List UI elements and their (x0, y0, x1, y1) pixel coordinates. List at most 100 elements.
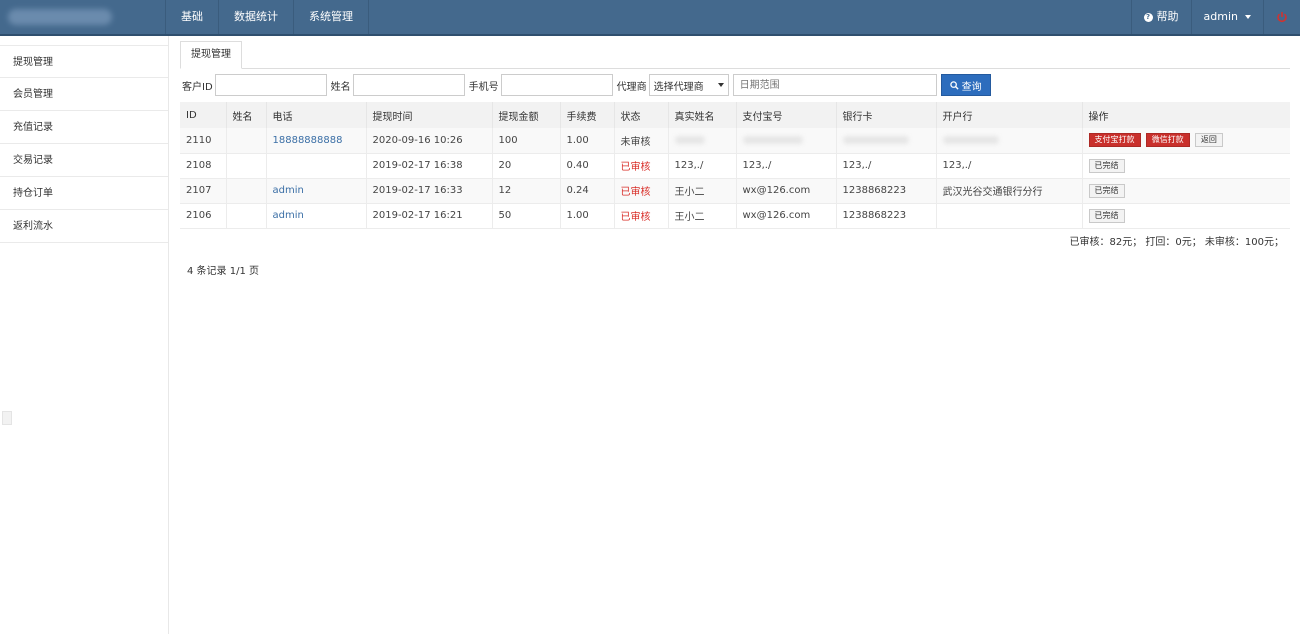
sidebar-item-withdraw[interactable]: 提现管理 (0, 45, 168, 78)
customer-id-input[interactable] (214, 74, 327, 96)
cell-bank-card-redacted (835, 128, 936, 154)
table-row: 2110 18888888888 2020-09-16 10:26 100 1.… (180, 128, 1290, 154)
cell-id: 2107 (180, 178, 226, 204)
cell-bank: 123,./ (935, 153, 1082, 179)
top-right: ? 帮助 admin (1130, 0, 1300, 34)
col-amount: 提现金额 (491, 102, 560, 128)
cell-name (225, 128, 266, 154)
name-input[interactable] (352, 74, 465, 96)
sidebar-item-members[interactable]: 会员管理 (0, 78, 168, 111)
cell-actions: 支付宝打款 微信打款 返回 (1081, 128, 1290, 154)
search-icon (949, 80, 959, 90)
completed-button[interactable]: 已完结 (1088, 158, 1125, 173)
table-row: 2106 admin 2019-02-17 16:21 50 1.00 已审核 … (180, 203, 1290, 229)
logo-image (8, 9, 112, 25)
agent-select-value: 选择代理商 (653, 81, 704, 93)
top-nav: 基础 数据统计 系统管理 (165, 0, 369, 34)
cell-name (225, 203, 266, 229)
cell-alipay-redacted (735, 128, 836, 154)
cell-real-name: 123,./ (667, 153, 736, 179)
user-name: admin (1203, 10, 1238, 23)
cell-phone[interactable]: admin (265, 178, 366, 204)
col-name: 姓名 (225, 102, 266, 128)
tab-withdraw[interactable]: 提现管理 (180, 41, 242, 69)
user-menu[interactable]: admin (1190, 0, 1263, 34)
cell-bank-card: 1238868223 (835, 178, 936, 204)
phone-label: 手机号 (468, 81, 499, 93)
agent-select[interactable]: 选择代理商 (648, 74, 729, 96)
pagination-info: 4 条记录 1/1 页 (187, 266, 259, 277)
return-button[interactable]: 返回 (1194, 133, 1223, 148)
cell-alipay: 123,./ (735, 153, 836, 179)
cell-status: 未审核 (613, 128, 668, 154)
completed-button[interactable]: 已完结 (1088, 183, 1125, 198)
tab-bar: 提现管理 (180, 41, 1290, 69)
phone-input[interactable] (500, 74, 613, 96)
help-link[interactable]: ? 帮助 (1130, 0, 1191, 34)
sidebar-collapse-handle[interactable] (2, 411, 12, 425)
col-time: 提现时间 (365, 102, 492, 128)
cell-bank (935, 203, 1082, 229)
completed-button[interactable]: 已完结 (1088, 208, 1125, 223)
name-label: 姓名 (330, 81, 351, 93)
cell-alipay: wx@126.com (735, 178, 836, 204)
cell-status: 已审核 (613, 203, 668, 229)
cell-id: 2106 (180, 203, 226, 229)
col-phone: 电话 (265, 102, 366, 128)
cell-phone[interactable]: 18888888888 (265, 128, 366, 154)
amount-summary: 已审核：82元； 打回：0元； 未审核：100元； (1069, 237, 1284, 248)
logo[interactable] (0, 0, 160, 34)
col-fee: 手续费 (559, 102, 614, 128)
col-bank: 开户行 (935, 102, 1082, 128)
cell-fee: 0.24 (559, 178, 614, 204)
table-header: ID 姓名 电话 提现时间 提现金额 手续费 状态 真实姓名 支付宝号 银行卡 … (180, 102, 1290, 128)
cell-id: 2110 (180, 128, 226, 154)
help-icon: ? (1143, 12, 1153, 22)
cell-bank-card: 1238868223 (835, 203, 936, 229)
nav-basic[interactable]: 基础 (165, 0, 219, 34)
sidebar-item-rebate[interactable]: 返利流水 (0, 210, 168, 243)
caret-down-icon (1245, 15, 1251, 19)
cell-actions: 已完结 (1081, 178, 1290, 204)
cell-time: 2019-02-17 16:33 (365, 178, 492, 204)
cell-fee: 1.00 (559, 128, 614, 154)
cell-real-name: 王小二 (667, 203, 736, 229)
col-actions: 操作 (1081, 102, 1290, 128)
filter-bar: 客户ID 姓名 手机号 代理商 选择代理商 查询 (182, 74, 991, 96)
logout-button[interactable] (1263, 0, 1300, 34)
cell-id: 2108 (180, 153, 226, 179)
cell-fee: 1.00 (559, 203, 614, 229)
nav-system[interactable]: 系统管理 (294, 0, 369, 34)
sidebar-item-positions[interactable]: 持仓订单 (0, 177, 168, 210)
cell-alipay: wx@126.com (735, 203, 836, 229)
cell-amount: 12 (491, 178, 560, 204)
cell-bank-redacted (935, 128, 1082, 154)
withdraw-table: ID 姓名 电话 提现时间 提现金额 手续费 状态 真实姓名 支付宝号 银行卡 … (180, 102, 1290, 229)
customer-id-label: 客户ID (182, 81, 213, 93)
col-alipay: 支付宝号 (735, 102, 836, 128)
cell-real-name-redacted (667, 128, 736, 154)
nav-statistics[interactable]: 数据统计 (219, 0, 294, 34)
table-row: 2108 2019-02-17 16:38 20 0.40 已审核 123,./… (180, 153, 1290, 179)
cell-time: 2020-09-16 10:26 (365, 128, 492, 154)
table-row: 2107 admin 2019-02-17 16:33 12 0.24 已审核 … (180, 178, 1290, 204)
sidebar-item-trades[interactable]: 交易记录 (0, 144, 168, 177)
cell-amount: 20 (491, 153, 560, 179)
sidebar-item-recharge[interactable]: 充值记录 (0, 111, 168, 144)
chevron-down-icon (717, 83, 724, 87)
search-label: 查询 (961, 81, 982, 93)
cell-phone[interactable] (265, 153, 366, 179)
date-range-input[interactable] (732, 74, 937, 96)
wechat-pay-button[interactable]: 微信打款 (1145, 133, 1190, 148)
cell-amount: 50 (491, 203, 560, 229)
cell-phone[interactable]: admin (265, 203, 366, 229)
alipay-pay-button[interactable]: 支付宝打款 (1088, 133, 1141, 148)
col-status: 状态 (613, 102, 668, 128)
col-real-name: 真实姓名 (667, 102, 736, 128)
cell-bank: 武汉光谷交通银行分行 (935, 178, 1082, 204)
main-content: 提现管理 客户ID 姓名 手机号 代理商 选择代理商 查询 (170, 36, 1300, 634)
search-button[interactable]: 查询 (940, 74, 991, 96)
sidebar: 提现管理 会员管理 充值记录 交易记录 持仓订单 返利流水 (0, 36, 169, 634)
cell-amount: 100 (491, 128, 560, 154)
col-id: ID (180, 102, 226, 128)
